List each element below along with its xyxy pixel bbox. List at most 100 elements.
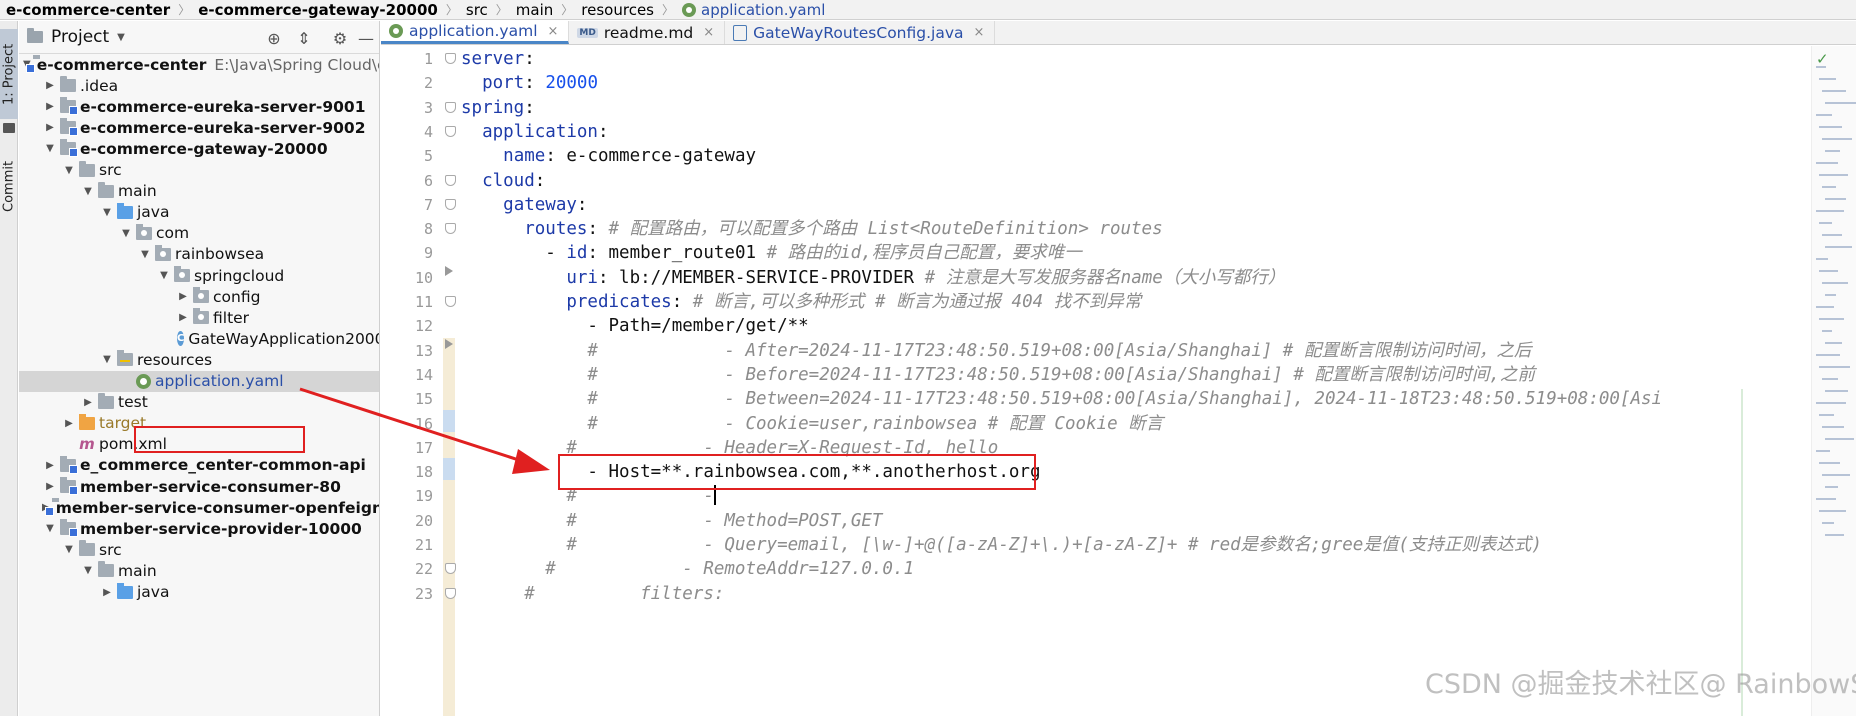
fold-toggle-icon[interactable]: [445, 53, 456, 64]
tree-item[interactable]: ▼ member-service-provider-10000: [19, 518, 379, 539]
fold-toggle-icon[interactable]: [445, 198, 456, 210]
fold-toggle-icon[interactable]: [445, 587, 456, 599]
code-line[interactable]: # - After=2024-11-17T23:48:50.519+08:00[…: [461, 339, 1531, 363]
expand-arrow-icon[interactable]: ▼: [99, 354, 115, 365]
code-editor[interactable]: 1 2 3 4 5 6 7 8 9 10 11 12 13 14 15 16 17 18 19 20 21 22 23 se…: [381, 46, 1856, 716]
editor-tab[interactable]: MD readme.md ×: [569, 21, 726, 44]
tree-item[interactable]: GateWayApplication20000: [19, 328, 379, 349]
code-line[interactable]: # - Cookie=user,rainbowsea # 配置 Cookie 断…: [461, 412, 1163, 436]
code-line[interactable]: - Path=/member/get/**: [461, 314, 808, 338]
commit-tool-tab[interactable]: Commit: [0, 151, 18, 221]
tree-item[interactable]: ▶ filter: [19, 307, 379, 328]
close-icon[interactable]: ×: [548, 24, 559, 39]
tree-item[interactable]: ▼ resources: [19, 349, 379, 370]
hide-icon[interactable]: —: [357, 29, 375, 48]
breadcrumb-item[interactable]: src: [466, 1, 488, 19]
collapse-arrow-icon[interactable]: ▶: [175, 291, 191, 302]
breadcrumb-item[interactable]: e-commerce-gateway-20000: [198, 1, 438, 19]
code-line[interactable]: port: 20000: [461, 71, 598, 95]
collapse-arrow-icon[interactable]: ▶: [42, 122, 58, 133]
tree-item[interactable]: ▼ rainbowsea: [19, 244, 379, 265]
expand-arrow-icon[interactable]: ▼: [80, 186, 96, 197]
expand-arrow-icon[interactable]: ▼: [42, 143, 58, 154]
tree-item[interactable]: ▼ src: [19, 160, 379, 181]
code-line[interactable]: name: e-commerce-gateway: [461, 144, 756, 168]
project-view-selector[interactable]: Project: [51, 27, 109, 47]
close-icon[interactable]: ×: [703, 25, 714, 40]
code-line[interactable]: routes: # 配置路由，可以配置多个路由 List<RouteDefini…: [461, 217, 1162, 241]
editor-tab[interactable]: application.yaml ×: [381, 21, 570, 44]
code-line[interactable]: # filters:: [461, 582, 724, 606]
line-number: 3: [423, 98, 433, 117]
collapse-arrow-icon[interactable]: ▶: [42, 460, 58, 471]
code-line[interactable]: - id: member_route01 # 路由的id,程序员自己配置，要求唯…: [461, 241, 1081, 265]
collapse-arrow-icon[interactable]: ▶: [61, 418, 77, 429]
tree-item[interactable]: ▼ com: [19, 223, 379, 244]
tree-item[interactable]: application.yaml: [19, 370, 379, 392]
gear-icon[interactable]: ⚙: [331, 29, 349, 48]
fold-toggle-icon[interactable]: [445, 101, 456, 113]
code-line[interactable]: predicates: # 断言,可以多种形式 # 断言为通过报 404 找不到…: [461, 290, 1141, 314]
editor-tab[interactable]: GateWayRoutesConfig.java ×: [725, 21, 996, 44]
collapse-arrow-icon[interactable]: ▶: [42, 481, 58, 492]
breadcrumb-item[interactable]: main: [516, 1, 553, 19]
tree-item[interactable]: ▼ main: [19, 560, 379, 581]
expand-arrow-icon[interactable]: ▼: [42, 523, 58, 534]
code-line[interactable]: application:: [461, 120, 608, 144]
collapse-arrow-icon[interactable]: ▶: [175, 312, 191, 323]
code-line[interactable]: # - Query=email, [\w-]+@([a-zA-Z]+\.)+[a…: [461, 533, 1542, 557]
expand-arrow-icon[interactable]: ▼: [156, 270, 172, 281]
code-line[interactable]: # - Method=POST,GET: [461, 509, 882, 533]
fold-toggle-icon[interactable]: [445, 174, 456, 186]
tree-item[interactable]: ▶ e_commerce_center-common-api: [19, 455, 379, 476]
check-icon[interactable]: ✓: [1816, 50, 1829, 68]
error-stripe[interactable]: [1811, 46, 1856, 716]
tree-item[interactable]: ▶ config: [19, 286, 379, 307]
close-icon[interactable]: ×: [974, 25, 985, 40]
code-line[interactable]: # - Between=2024-11-17T23:48:50.519+08:0…: [461, 387, 1662, 411]
breadcrumb-item[interactable]: application.yaml: [701, 1, 825, 19]
tree-item[interactable]: ▼ java: [19, 202, 379, 223]
collapse-arrow-icon[interactable]: ▶: [99, 587, 115, 598]
code-line[interactable]: server:: [461, 47, 535, 71]
tree-item[interactable]: ▶ java: [19, 582, 379, 603]
collapse-all-icon[interactable]: ⇕: [295, 29, 313, 48]
tree-item[interactable]: ▶member-service-consumer-openfeign-80: [19, 497, 379, 518]
breadcrumb-item[interactable]: e-commerce-center: [6, 1, 170, 19]
fold-end-icon[interactable]: [445, 338, 453, 349]
expand-arrow-icon[interactable]: ▼: [137, 249, 153, 260]
expand-arrow-icon[interactable]: ▼: [61, 165, 77, 176]
tree-item[interactable]: ▼ springcloud: [19, 265, 379, 286]
code-token: :: [671, 292, 693, 312]
expand-arrow-icon[interactable]: ▼: [61, 544, 77, 555]
collapse-arrow-icon[interactable]: ▶: [42, 101, 58, 112]
code-line[interactable]: # - Before=2024-11-17T23:48:50.519+08:00…: [461, 363, 1535, 387]
fold-toggle-icon[interactable]: [445, 296, 456, 307]
tree-item[interactable]: ▶ test: [19, 392, 379, 413]
expand-arrow-icon[interactable]: ▼: [118, 228, 134, 239]
code-line[interactable]: cloud:: [461, 169, 545, 193]
tree-item[interactable]: ▶ .idea: [19, 75, 379, 96]
code-line[interactable]: # - RemoteAddr=127.0.0.1: [461, 557, 914, 581]
tree-item[interactable]: ▼e-commerce-centerE:\Java\Spring Cloud\e…: [19, 54, 379, 75]
project-tool-tab[interactable]: 1: Project: [0, 29, 18, 119]
fold-toggle-icon[interactable]: [445, 125, 456, 137]
code-line[interactable]: gateway:: [461, 193, 587, 217]
expand-arrow-icon[interactable]: ▼: [99, 207, 115, 218]
tree-item[interactable]: ▼ main: [19, 181, 379, 202]
code-line[interactable]: spring:: [461, 96, 535, 120]
tree-item[interactable]: ▼ src: [19, 539, 379, 560]
tree-item[interactable]: ▼ e-commerce-gateway-20000: [19, 138, 379, 159]
code-line[interactable]: uri: lb://MEMBER-SERVICE-PROVIDER # 注意是大…: [461, 266, 1285, 290]
tree-item[interactable]: ▶ member-service-consumer-80: [19, 476, 379, 497]
fold-end-icon[interactable]: [445, 265, 453, 276]
collapse-arrow-icon[interactable]: ▶: [80, 397, 96, 408]
chevron-down-icon[interactable]: ▼: [117, 32, 125, 43]
expand-arrow-icon[interactable]: ▼: [80, 565, 96, 576]
locate-icon[interactable]: ⊕: [265, 29, 283, 48]
tree-item[interactable]: ▶ e-commerce-eureka-server-9001: [19, 96, 379, 117]
code-area[interactable]: server: port: 20000 spring: application: …: [461, 46, 1791, 716]
breadcrumb-item[interactable]: resources: [581, 1, 654, 19]
collapse-arrow-icon[interactable]: ▶: [42, 80, 58, 91]
tree-item[interactable]: ▶ e-commerce-eureka-server-9002: [19, 117, 379, 138]
